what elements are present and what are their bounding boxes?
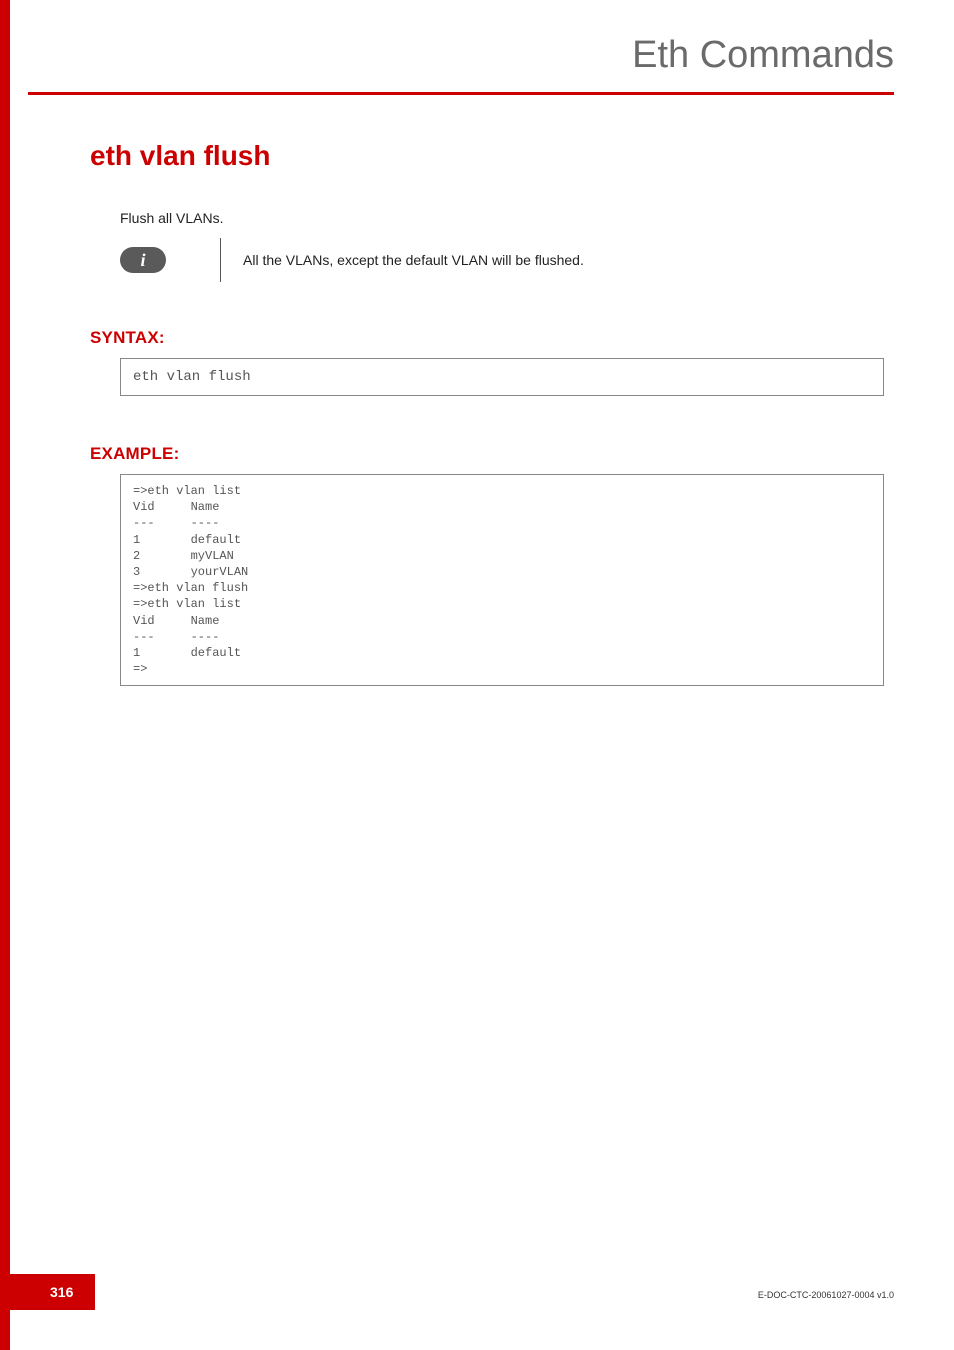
syntax-code-box: eth vlan flush [120, 358, 884, 396]
syntax-heading: SYNTAX: [90, 328, 884, 348]
command-title: eth vlan flush [90, 140, 884, 172]
info-icon: i [120, 247, 166, 273]
header-rule [28, 92, 894, 95]
note-separator [220, 238, 221, 282]
page-body: Eth Commands eth vlan flush Flush all VL… [10, 0, 954, 1350]
content-area: eth vlan flush Flush all VLANs. i All th… [90, 140, 884, 686]
document-code: E-DOC-CTC-20061027-0004 v1.0 [758, 1290, 894, 1300]
intro-text: Flush all VLANs. [120, 210, 884, 226]
example-heading: EXAMPLE: [90, 444, 884, 464]
note-callout: i All the VLANs, except the default VLAN… [120, 238, 884, 282]
example-code-box: =>eth vlan list Vid Name --- ---- 1 defa… [120, 474, 884, 686]
note-text: All the VLANs, except the default VLAN w… [243, 252, 584, 268]
left-accent-rail [0, 0, 10, 1350]
chapter-title: Eth Commands [632, 34, 894, 77]
page-number: 316 [10, 1274, 95, 1310]
